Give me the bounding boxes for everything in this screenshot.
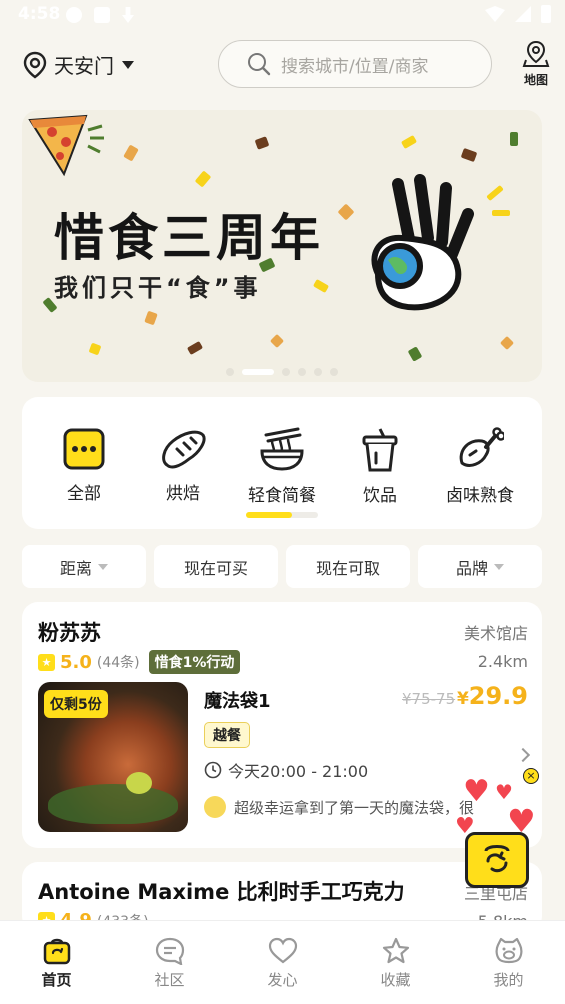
tab-label: 社区 bbox=[154, 971, 185, 989]
price-value: 29.9 bbox=[468, 682, 528, 710]
map-button[interactable]: 地图 bbox=[518, 40, 554, 88]
bag-name: 魔法袋1 bbox=[204, 691, 271, 712]
tab-kindness[interactable]: 发心 bbox=[226, 921, 339, 1004]
category-all[interactable]: 全部 bbox=[34, 427, 134, 504]
heart-icon: ♥ bbox=[495, 780, 513, 804]
tab-community[interactable]: 社区 bbox=[113, 921, 226, 1004]
drink-cup-icon bbox=[362, 428, 398, 472]
magic-bag-icon bbox=[465, 832, 529, 888]
star-icon: ★ bbox=[38, 653, 55, 671]
filter-label: 品牌 bbox=[455, 558, 488, 578]
location-selector[interactable]: 天安门 bbox=[22, 50, 134, 79]
promo-banner[interactable]: 惜食三周年 我们只干“食”事 bbox=[22, 110, 542, 382]
meal-badge: 越餐 bbox=[204, 722, 250, 748]
search-input[interactable]: 搜索城市/位置/商家 bbox=[218, 40, 492, 88]
map-label: 地图 bbox=[523, 73, 548, 87]
tab-favorites[interactable]: 收藏 bbox=[339, 921, 452, 1004]
filter-label: 距离 bbox=[59, 558, 92, 578]
carousel-dots[interactable] bbox=[22, 368, 542, 376]
banner-subtitle: 我们只干“食”事 bbox=[54, 274, 262, 302]
search-icon bbox=[248, 53, 271, 76]
top-bar: 天安门 搜索城市/位置/商家 地图 bbox=[0, 38, 565, 92]
campaign-tag: 惜食1%行动 bbox=[148, 650, 241, 674]
category-label: 轻食简餐 bbox=[248, 486, 316, 506]
review-count: (44条) bbox=[96, 655, 140, 671]
tab-label: 我的 bbox=[493, 971, 524, 989]
rating-score: 5.0 bbox=[60, 651, 92, 673]
location-label: 天安门 bbox=[54, 54, 114, 78]
filter-brand[interactable]: 品牌 bbox=[418, 545, 542, 588]
clock-icon bbox=[204, 761, 222, 779]
chat-icon bbox=[155, 937, 184, 965]
app-icon bbox=[94, 7, 110, 23]
download-icon bbox=[122, 7, 134, 23]
category-scrollbar[interactable] bbox=[246, 512, 318, 518]
original-price: ¥75-75 bbox=[402, 690, 456, 708]
filter-distance[interactable]: 距离 bbox=[22, 545, 146, 588]
close-icon[interactable]: × bbox=[523, 768, 539, 784]
ok-hand-icon bbox=[371, 174, 474, 311]
store-name: Antoine Maxime 比利时手工巧克力 bbox=[38, 880, 405, 904]
dropdown-arrow-icon bbox=[494, 563, 504, 570]
tab-label: 收藏 bbox=[380, 971, 411, 989]
category-panel: 全部 烘焙 轻食简餐 饮品 卤味熟食 bbox=[22, 397, 542, 529]
status-bar: 4:58 bbox=[0, 0, 565, 30]
location-pin-icon bbox=[23, 51, 47, 78]
tab-label: 首页 bbox=[41, 971, 72, 989]
drumstick-icon bbox=[459, 427, 504, 467]
category-label: 全部 bbox=[67, 484, 101, 504]
category-label: 卤味熟食 bbox=[446, 486, 514, 506]
filter-label: 现在可取 bbox=[315, 558, 380, 578]
floating-promo[interactable]: × ♥ ♥ ♥ ♥ bbox=[455, 768, 545, 896]
heart-icon: ♥ bbox=[463, 774, 490, 809]
filter-buy-now[interactable]: 现在可买 bbox=[154, 545, 278, 588]
current-price: ¥29.9 bbox=[457, 682, 528, 710]
avatar bbox=[204, 796, 226, 818]
tab-label: 发心 bbox=[267, 971, 298, 989]
store-distance: 2.4km bbox=[477, 652, 528, 671]
filter-bar: 距离 现在可买 现在可取 品牌 bbox=[22, 545, 542, 588]
pickup-time: 今天20:00 - 21:00 bbox=[204, 758, 368, 782]
search-placeholder: 搜索城市/位置/商家 bbox=[281, 56, 429, 77]
star-icon bbox=[382, 937, 409, 964]
all-icon bbox=[63, 428, 105, 470]
food-image: 仅剩5份 bbox=[38, 682, 188, 832]
tab-home[interactable]: 首页 bbox=[0, 921, 113, 1004]
category-braised[interactable]: 卤味熟食 bbox=[430, 427, 530, 506]
wifi-icon bbox=[485, 6, 505, 22]
dropdown-arrow-icon bbox=[98, 563, 108, 570]
bottom-tab-bar: 首页 社区 发心 收藏 我的 bbox=[0, 920, 565, 1004]
notification-icon bbox=[66, 7, 82, 23]
category-light-meal[interactable]: 轻食简餐 bbox=[232, 427, 332, 506]
chevron-down-icon bbox=[122, 60, 134, 69]
category-drinks[interactable]: 饮品 bbox=[330, 427, 430, 506]
home-bag-icon bbox=[43, 938, 70, 965]
banner-title: 惜食三周年 bbox=[54, 209, 324, 267]
filter-pickup-now[interactable]: 现在可取 bbox=[286, 545, 410, 588]
status-time: 4:58 bbox=[18, 4, 61, 24]
category-bakery[interactable]: 烘焙 bbox=[133, 427, 233, 504]
battery-icon bbox=[541, 5, 551, 23]
pizza-icon bbox=[28, 114, 104, 177]
stock-badge: 仅剩5份 bbox=[44, 690, 108, 718]
price-symbol: ¥ bbox=[456, 689, 469, 709]
tab-profile[interactable]: 我的 bbox=[452, 921, 565, 1004]
review-text: 超级幸运拿到了第一天的魔法袋，很 bbox=[234, 798, 475, 817]
signal-icon bbox=[515, 6, 531, 22]
pickup-time-text: 今天20:00 - 21:00 bbox=[228, 762, 369, 781]
category-label: 饮品 bbox=[363, 486, 397, 506]
chevron-right-icon[interactable] bbox=[515, 747, 531, 763]
category-label: 烘焙 bbox=[166, 484, 200, 504]
noodle-bowl-icon bbox=[260, 427, 304, 471]
store-rating: ★ 5.0 (44条) 惜食1%行动 bbox=[38, 650, 241, 674]
store-name: 粉苏苏 bbox=[38, 621, 101, 645]
map-pin-icon bbox=[522, 40, 550, 67]
bread-icon bbox=[162, 430, 206, 469]
filter-label: 现在可买 bbox=[183, 558, 248, 578]
heart-icon bbox=[268, 937, 297, 964]
store-branch: 美术馆店 bbox=[463, 624, 528, 643]
profile-icon bbox=[495, 937, 522, 964]
